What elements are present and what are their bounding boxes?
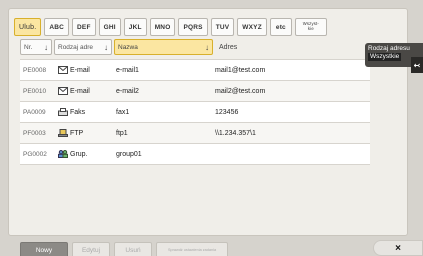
sort-arrow-icon: ↓: [104, 42, 108, 52]
check-settings-button[interactable]: Sprawdź ustawienia zadania: [156, 242, 228, 256]
header-nr-label: Nr.: [24, 43, 33, 51]
sort-arrow-icon: ↓: [205, 42, 209, 52]
edit-button[interactable]: Edytuj: [72, 242, 110, 256]
row-type-label: E-mail: [70, 87, 90, 95]
row-type: FTP: [54, 123, 112, 143]
delete-button[interactable]: Usuń: [114, 242, 152, 256]
tab-all[interactable]: Wszyst-kie: [294, 18, 327, 36]
row-address: mail1@test.com: [215, 66, 266, 74]
email-icon: [58, 66, 68, 74]
expand-arrow-icon[interactable]: ↢: [411, 57, 423, 73]
tab-etc[interactable]: etc: [269, 18, 292, 36]
group-icon: [58, 150, 68, 158]
row-type: E-mail: [54, 60, 112, 80]
row-type: E-mail: [54, 81, 112, 101]
row-type-label: Faks: [70, 108, 86, 116]
address-type-value: Wszystkie: [368, 53, 402, 61]
new-button[interactable]: Nowy: [20, 242, 68, 256]
header-address-label: Adres: [219, 43, 238, 51]
sort-arrow-icon: ↓: [44, 42, 48, 52]
table-row[interactable]: PE0010 E-mail e-mail2 mail2@test.com: [20, 81, 370, 102]
header-name[interactable]: Nazwa ↓: [114, 39, 213, 55]
row-type-label: E-mail: [70, 66, 90, 74]
email-icon: [58, 87, 68, 95]
row-type: Faks: [54, 102, 112, 122]
tab-mno[interactable]: MNO: [149, 18, 176, 36]
header-type-label: Rodzaj adre: [58, 43, 94, 51]
fax-icon: [58, 108, 68, 116]
row-type-label: Grup.: [70, 150, 88, 158]
row-address: mail2@test.com: [215, 87, 266, 95]
row-number: PE0008: [23, 66, 47, 74]
table-row[interactable]: PA0009 Faks fax1 123456: [20, 102, 370, 123]
row-name: ftp1: [116, 129, 128, 137]
tab-tuv[interactable]: TUV: [210, 18, 235, 36]
row-number: PE0010: [23, 87, 47, 95]
tab-ghi[interactable]: GHI: [98, 18, 121, 36]
index-tabs: Ulub. ABC DEF GHI JKL MNO PQRS TUV WXYZ …: [14, 18, 327, 36]
row-address: [211, 144, 370, 164]
address-table: PE0008 E-mail e-mail1 mail1@test.com PE0…: [20, 59, 370, 165]
column-headers: Nr. ↓ Rodzaj adre ↓ Nazwa ↓ Adres: [20, 39, 317, 55]
footer-toolbar: Nowy Edytuj Usuń Sprawdź ustawienia zada…: [20, 242, 228, 256]
row-number: PF0003: [23, 129, 46, 137]
tab-abc[interactable]: ABC: [44, 18, 70, 36]
tab-def[interactable]: DEF: [72, 18, 96, 36]
row-address: 123456: [215, 108, 239, 116]
row-type-label: FTP: [70, 129, 84, 137]
ftp-icon: [58, 129, 68, 137]
row-number: PA0009: [23, 108, 46, 116]
tab-wxyz[interactable]: WXYZ: [237, 18, 267, 36]
tab-favorites[interactable]: Ulub.: [14, 18, 42, 36]
row-name: e-mail1: [116, 66, 139, 74]
row-number: PG0002: [23, 150, 47, 158]
tab-pqrs[interactable]: PQRS: [178, 18, 208, 36]
table-row[interactable]: PG0002 Grup. group01: [20, 144, 370, 165]
header-type[interactable]: Rodzaj adre ↓: [54, 39, 112, 55]
table-row[interactable]: PE0008 E-mail e-mail1 mail1@test.com: [20, 60, 370, 81]
close-button[interactable]: ×: [373, 240, 423, 256]
row-name: group01: [116, 150, 142, 158]
tab-jkl[interactable]: JKL: [123, 18, 147, 36]
address-type-title: Rodzaj adresu: [368, 45, 410, 52]
header-address: Adres: [215, 39, 315, 55]
header-name-label: Nazwa: [118, 43, 138, 51]
row-name: fax1: [116, 108, 130, 116]
table-row[interactable]: PF0003 FTP ftp1 \\1.234.357\1: [20, 123, 370, 144]
row-address: \\1.234.357\1: [215, 129, 256, 137]
row-type: Grup.: [54, 144, 112, 164]
row-name: e-mail2: [116, 87, 139, 95]
header-nr[interactable]: Nr. ↓: [20, 39, 52, 55]
